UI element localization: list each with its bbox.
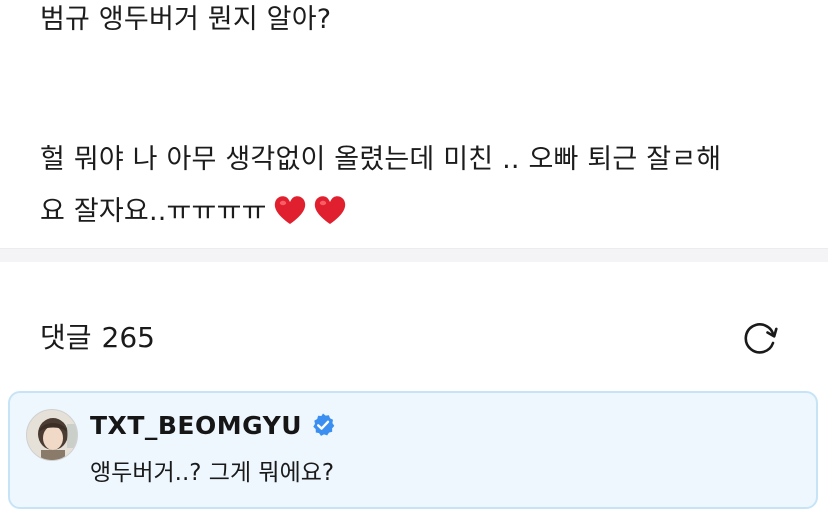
comments-count: 265 [101,321,155,354]
post-text-line-2: 헐 뭐야 나 아무 생각없이 올렸는데 미친 .. 오빠 퇴근 잘ㄹ해 [40,144,722,175]
comment-author[interactable]: TXT_BEOMGYU [90,409,336,443]
avatar[interactable] [26,409,78,461]
comments-label: 댓글 [40,321,92,354]
post-text-line-3: 요 잘자요..ㅠㅠㅠㅠ [40,194,347,230]
verified-badge-icon [310,412,336,438]
red-heart-icon [273,194,307,226]
refresh-icon [744,323,778,354]
post-body: 범규 앵두버거 뭔지 알아? 헐 뭐야 나 아무 생각없이 올렸는데 미친 ..… [0,0,828,248]
comments-title: 댓글 265 [40,318,155,358]
post-text-line-1: 범규 앵두버거 뭔지 알아? [40,4,332,35]
highlighted-comment[interactable]: TXT_BEOMGYU 앵두버거..? 그게 뭐에요? [8,391,818,509]
comment-text: 앵두버거..? 그게 뭐에요? [90,460,335,486]
refresh-button[interactable] [740,318,780,358]
post-text-line-3-text: 요 잘자요..ㅠㅠㅠㅠ [40,196,267,227]
section-divider [0,248,828,262]
red-heart-icon [313,194,347,226]
comment-author-name[interactable]: TXT_BEOMGYU [90,411,302,440]
